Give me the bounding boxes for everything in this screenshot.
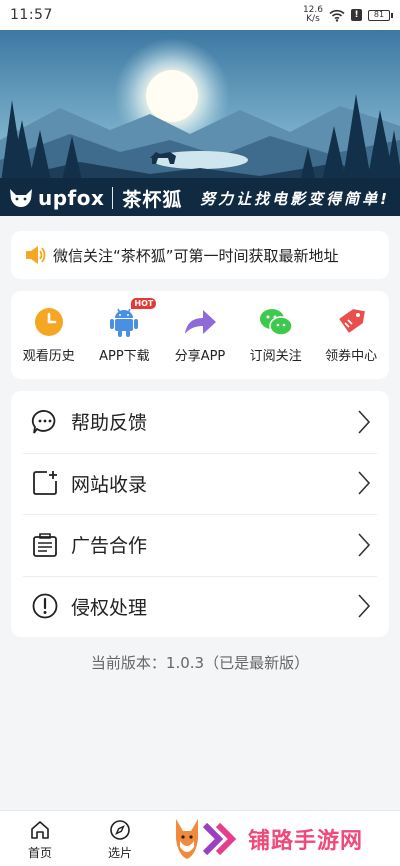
net-speed: 12.6 K/s [302, 5, 323, 24]
quick-watch-history[interactable]: 观看历史 [14, 305, 84, 379]
brand-bar: upfox 茶杯狐 努力让找电影变得简单! [0, 180, 400, 216]
speaker-icon [26, 246, 46, 264]
status-icons: 12.6 K/s ! 81 [302, 5, 393, 24]
quick-actions: 观看历史 HOT APP下载 分享APP 订阅关注 领券中心 [11, 291, 389, 379]
chevron-right-icon [358, 533, 371, 557]
chevron-right-icon [358, 471, 371, 495]
share-arrow-icon [183, 305, 217, 339]
tab-label: 选片 [107, 846, 132, 860]
wifi-icon [329, 9, 345, 22]
quick-label: 分享APP [174, 349, 226, 364]
chevron-right-icon [358, 594, 371, 618]
brand-name-cn: 茶杯狐 [122, 188, 183, 211]
fox-logo-icon [10, 189, 32, 207]
alert-circle-icon [32, 593, 58, 619]
brand-name-en: upfox [38, 186, 105, 210]
brand-divider [112, 187, 114, 209]
hot-badge: HOT [131, 298, 157, 309]
quick-app-download[interactable]: HOT APP下载 [89, 298, 159, 379]
banner[interactable]: upfox 茶杯狐 努力让找电影变得简单! [0, 30, 400, 216]
quick-label: 领券中心 [325, 349, 378, 364]
double-chevron-logo-icon [202, 822, 237, 856]
notice-bar[interactable]: 微信关注“茶杯狐”可第一时间获取最新地址 [11, 231, 389, 279]
battery-icon: 81 [368, 9, 393, 21]
menu-label: 侵权处理 [71, 596, 148, 619]
settings-menu: 帮助反馈 网站收录 广告合作 侵权处理 [11, 391, 389, 637]
android-icon [107, 305, 141, 339]
menu-help-feedback[interactable]: 帮助反馈 [11, 391, 389, 453]
chat-bubble-icon [31, 409, 56, 434]
status-time: 11:57 [10, 7, 53, 23]
tab-label: 首页 [27, 846, 52, 860]
tab-home[interactable]: 首页 [15, 819, 65, 861]
notice-text: 微信关注“茶杯狐”可第一时间获取最新地址 [53, 246, 339, 265]
wechat-icon [259, 305, 293, 339]
menu-label: 网站收录 [71, 473, 148, 496]
clock-icon [32, 305, 66, 339]
quick-label: 观看历史 [22, 349, 75, 364]
menu-infringement[interactable]: 侵权处理 [11, 575, 389, 638]
menu-label: 帮助反馈 [71, 412, 148, 435]
menu-ad-cooperation[interactable]: 广告合作 [11, 514, 389, 576]
menu-label: 广告合作 [71, 535, 148, 558]
notification-alert-icon: ! [351, 9, 362, 21]
add-page-icon [33, 471, 57, 496]
watermark-text: 铺路手游网 [248, 829, 364, 854]
chevron-right-icon [358, 410, 371, 434]
brand-slogan: 努力让找电影变得简单! [200, 189, 390, 208]
watermark: 铺路手游网 [172, 812, 400, 866]
ad-document-icon [33, 532, 57, 557]
version-text: 当前版本：1.0.3（已是最新版） [90, 654, 310, 672]
fox-mascot-icon [176, 819, 198, 859]
quick-label: 订阅关注 [249, 349, 302, 364]
compass-icon [110, 820, 130, 840]
coupon-tag-icon [334, 305, 368, 339]
quick-label: APP下载 [99, 349, 150, 364]
menu-site-submit[interactable]: 网站收录 [11, 452, 389, 515]
quick-subscribe[interactable]: 订阅关注 [241, 305, 311, 379]
tab-pick-films[interactable]: 选片 [95, 819, 145, 861]
home-icon [31, 821, 49, 839]
status-bar: 11:57 12.6 K/s ! 81 [0, 0, 400, 30]
quick-share-app[interactable]: 分享APP [165, 305, 235, 379]
quick-coupon-center[interactable]: 领券中心 [316, 305, 386, 379]
